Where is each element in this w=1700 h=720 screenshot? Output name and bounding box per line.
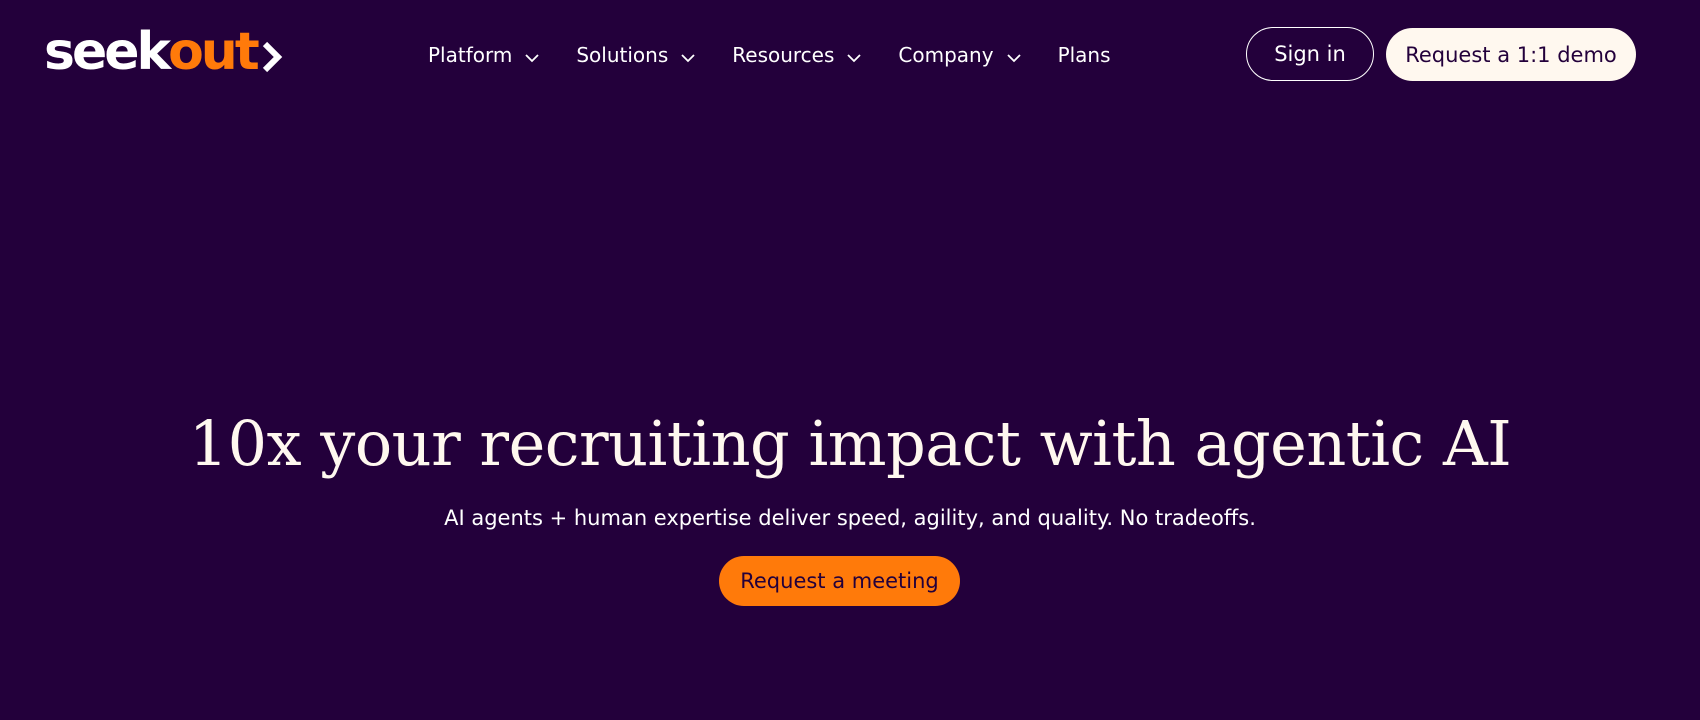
nav-item-resources[interactable]: Resources <box>732 43 862 67</box>
hero-title: 10x your recruiting impact with agentic … <box>188 407 1512 480</box>
chevron-down-icon <box>680 47 696 63</box>
nav-item-label: Resources <box>732 43 835 67</box>
logo-text-seek: seek <box>44 22 171 82</box>
nav-item-platform[interactable]: Platform <box>428 43 540 67</box>
sign-in-button[interactable]: Sign in <box>1246 27 1374 81</box>
request-demo-button[interactable]: Request a 1:1 demo <box>1386 28 1636 81</box>
site-header: seek out Platform Solutions Resources Co… <box>0 0 1700 110</box>
chevron-down-icon <box>524 47 540 63</box>
nav-item-label: Solutions <box>576 43 669 67</box>
nav-item-label: Plans <box>1057 43 1111 67</box>
chevron-down-icon <box>846 47 862 63</box>
chevron-right-icon <box>261 26 283 86</box>
logo-text-out: out <box>168 22 260 82</box>
nav-item-label: Company <box>898 43 994 67</box>
nav-item-company[interactable]: Company <box>898 43 1021 67</box>
hero-subtitle: AI agents + human expertise deliver spee… <box>444 506 1256 530</box>
request-meeting-button[interactable]: Request a meeting <box>719 556 960 606</box>
page: seek out Platform Solutions Resources Co… <box>0 0 1700 720</box>
nav-item-label: Platform <box>428 43 513 67</box>
seekout-logo[interactable]: seek out <box>44 22 283 82</box>
nav-item-plans[interactable]: Plans <box>1058 43 1111 67</box>
main-nav: Platform Solutions Resources Company Pla… <box>428 34 1111 76</box>
nav-item-solutions[interactable]: Solutions <box>576 43 696 67</box>
chevron-down-icon <box>1006 47 1022 63</box>
